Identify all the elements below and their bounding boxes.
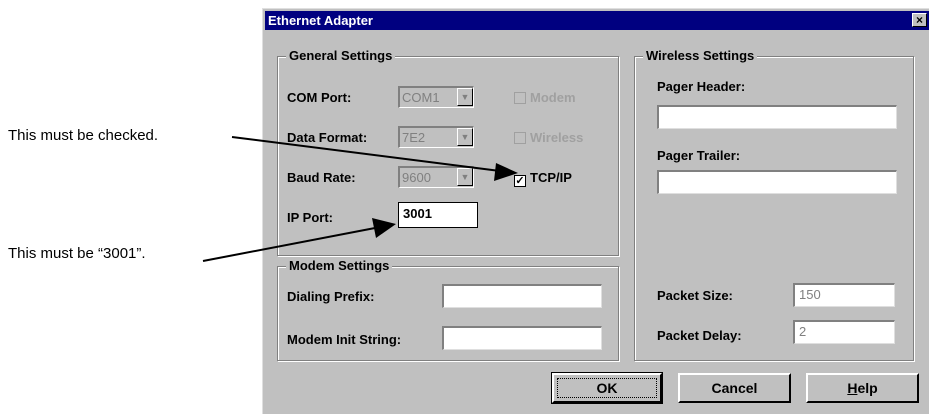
callout-arrows xyxy=(202,136,518,262)
arrowhead-tcpip xyxy=(494,163,518,181)
arrowhead-ipport xyxy=(372,218,396,238)
arrow-to-tcpip xyxy=(231,136,501,172)
arrow-to-ipport xyxy=(202,227,376,262)
